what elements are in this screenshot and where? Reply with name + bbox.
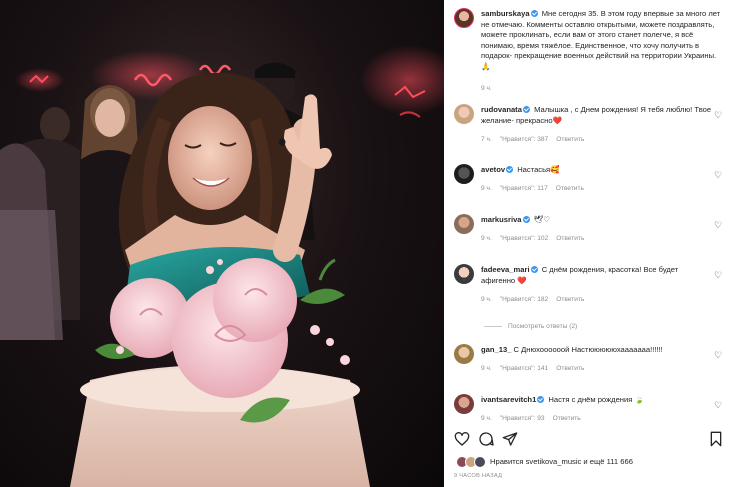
avatar[interactable] bbox=[454, 344, 474, 364]
bookmark-icon[interactable] bbox=[708, 431, 724, 447]
reply-link[interactable]: Ответить bbox=[556, 296, 584, 303]
comment-time: 9 ч. bbox=[481, 185, 492, 192]
verified-badge-icon bbox=[530, 10, 538, 17]
comment-text: rudovanata Малышка , с Днем рождения! Я … bbox=[481, 105, 714, 126]
photo-illustration bbox=[0, 45, 444, 487]
verified-badge-icon bbox=[530, 266, 538, 273]
comment-time: 7 ч. bbox=[481, 136, 492, 143]
comment-likes[interactable]: "Нравится": 387 bbox=[500, 136, 548, 143]
comment-body: 🕊♡ bbox=[533, 215, 551, 224]
comment-time: 9 ч. bbox=[481, 85, 492, 92]
comment-likes[interactable]: "Нравится": 141 bbox=[500, 365, 548, 372]
likes-text: Нравится svetikova_music и ещё 111 666 bbox=[490, 457, 633, 466]
comment-time: 9 ч. bbox=[481, 415, 492, 422]
caption-body: Мне сегодня 35. В этом году впервые за м… bbox=[481, 9, 721, 71]
comment-meta: 9 ч. "Нравится": 182 Ответить bbox=[481, 296, 592, 303]
username[interactable]: markusriva bbox=[481, 215, 522, 224]
comment-text: ivantsarevitch1 Настя с днём рождения 🍃 bbox=[481, 395, 714, 406]
comment-meta: 9 ч. bbox=[481, 85, 500, 92]
comment-text: markusriva 🕊♡ bbox=[481, 215, 714, 226]
caption-text: samburskaya Мне сегодня 35. В этом году … bbox=[481, 9, 724, 73]
comment-like-icon[interactable]: ♡ bbox=[714, 111, 722, 120]
comment-text: avetov Настасья🥰 bbox=[481, 165, 714, 176]
divider-line bbox=[484, 325, 502, 327]
avatar bbox=[474, 456, 486, 468]
comment-meta: 9 ч. "Нравится": 117 Ответить bbox=[481, 185, 592, 192]
comment-likes[interactable]: "Нравится": 182 bbox=[500, 296, 548, 303]
heart-icon[interactable] bbox=[454, 431, 470, 447]
comment-like-icon[interactable]: ♡ bbox=[714, 271, 722, 280]
comment-body: Настя с днём рождения 🍃 bbox=[548, 395, 644, 404]
avatar[interactable] bbox=[454, 104, 474, 124]
avatar[interactable] bbox=[454, 394, 474, 414]
comment-meta: 7 ч. "Нравится": 387 Ответить bbox=[481, 136, 592, 143]
verified-badge-icon bbox=[537, 396, 545, 403]
comment-body: С Днюхоооооой Настюююююхааааааа!!!!!! bbox=[513, 345, 663, 354]
comment-likes[interactable]: "Нравится": 117 bbox=[500, 185, 548, 192]
view-replies-label: Посмотреть ответы (2) bbox=[508, 323, 578, 330]
username[interactable]: gan_13_ bbox=[481, 345, 511, 354]
comment-icon[interactable] bbox=[478, 431, 494, 447]
username[interactable]: fadeeva_mari bbox=[481, 265, 530, 274]
reply-link[interactable]: Ответить bbox=[556, 136, 584, 143]
reply-link[interactable]: Ответить bbox=[556, 365, 584, 372]
likes-summary[interactable]: Нравится svetikova_music и ещё 111 666 bbox=[456, 455, 726, 469]
avatar[interactable] bbox=[454, 164, 474, 184]
username[interactable]: samburskaya bbox=[481, 9, 530, 18]
comment-body: Настасья🥰 bbox=[517, 165, 560, 174]
avatar[interactable] bbox=[454, 8, 474, 28]
verified-badge-icon bbox=[506, 166, 514, 173]
reply-link[interactable]: Ответить bbox=[556, 185, 584, 192]
comment-text: fadeeva_mari С днём рождения, красотка! … bbox=[481, 265, 714, 286]
avatar[interactable] bbox=[454, 214, 474, 234]
comments-panel: samburskaya Мне сегодня 35. В этом году … bbox=[444, 0, 730, 487]
comment-like-icon[interactable]: ♡ bbox=[714, 401, 722, 410]
view-replies-link[interactable]: Посмотреть ответы (2) bbox=[484, 323, 577, 330]
comment-like-icon[interactable]: ♡ bbox=[714, 351, 722, 360]
comment-time: 9 ч. bbox=[481, 365, 492, 372]
verified-badge-icon bbox=[522, 216, 530, 223]
comment-text: gan_13_ С Днюхоооооой Настюююююхааааааа!… bbox=[481, 345, 714, 356]
comment-time: 9 ч. bbox=[481, 235, 492, 242]
username[interactable]: avetov bbox=[481, 165, 505, 174]
share-icon[interactable] bbox=[502, 431, 518, 447]
avatar[interactable] bbox=[454, 264, 474, 284]
username[interactable]: rudovanata bbox=[481, 105, 522, 114]
reply-link[interactable]: Ответить bbox=[553, 415, 581, 422]
comment-meta: 9 ч. "Нравится": 141 Ответить bbox=[481, 365, 592, 372]
liker-avatars bbox=[456, 456, 488, 468]
post-photo[interactable] bbox=[0, 0, 444, 487]
comment-like-icon[interactable]: ♡ bbox=[714, 221, 722, 230]
comment-likes[interactable]: "Нравится": 102 bbox=[500, 235, 548, 242]
comment-like-icon[interactable]: ♡ bbox=[714, 171, 722, 180]
post-timestamp: 9 ЧАСОВ НАЗАД bbox=[454, 473, 503, 479]
comment-meta: 9 ч. "Нравится": 93 Ответить bbox=[481, 415, 589, 422]
post-actions bbox=[454, 431, 724, 447]
username[interactable]: ivantsarevitch1 bbox=[481, 395, 536, 404]
comment-meta: 9 ч. "Нравится": 102 Ответить bbox=[481, 235, 592, 242]
comment-likes[interactable]: "Нравится": 93 bbox=[500, 415, 545, 422]
verified-badge-icon bbox=[522, 106, 530, 113]
comment-time: 9 ч. bbox=[481, 296, 492, 303]
reply-link[interactable]: Ответить bbox=[556, 235, 584, 242]
